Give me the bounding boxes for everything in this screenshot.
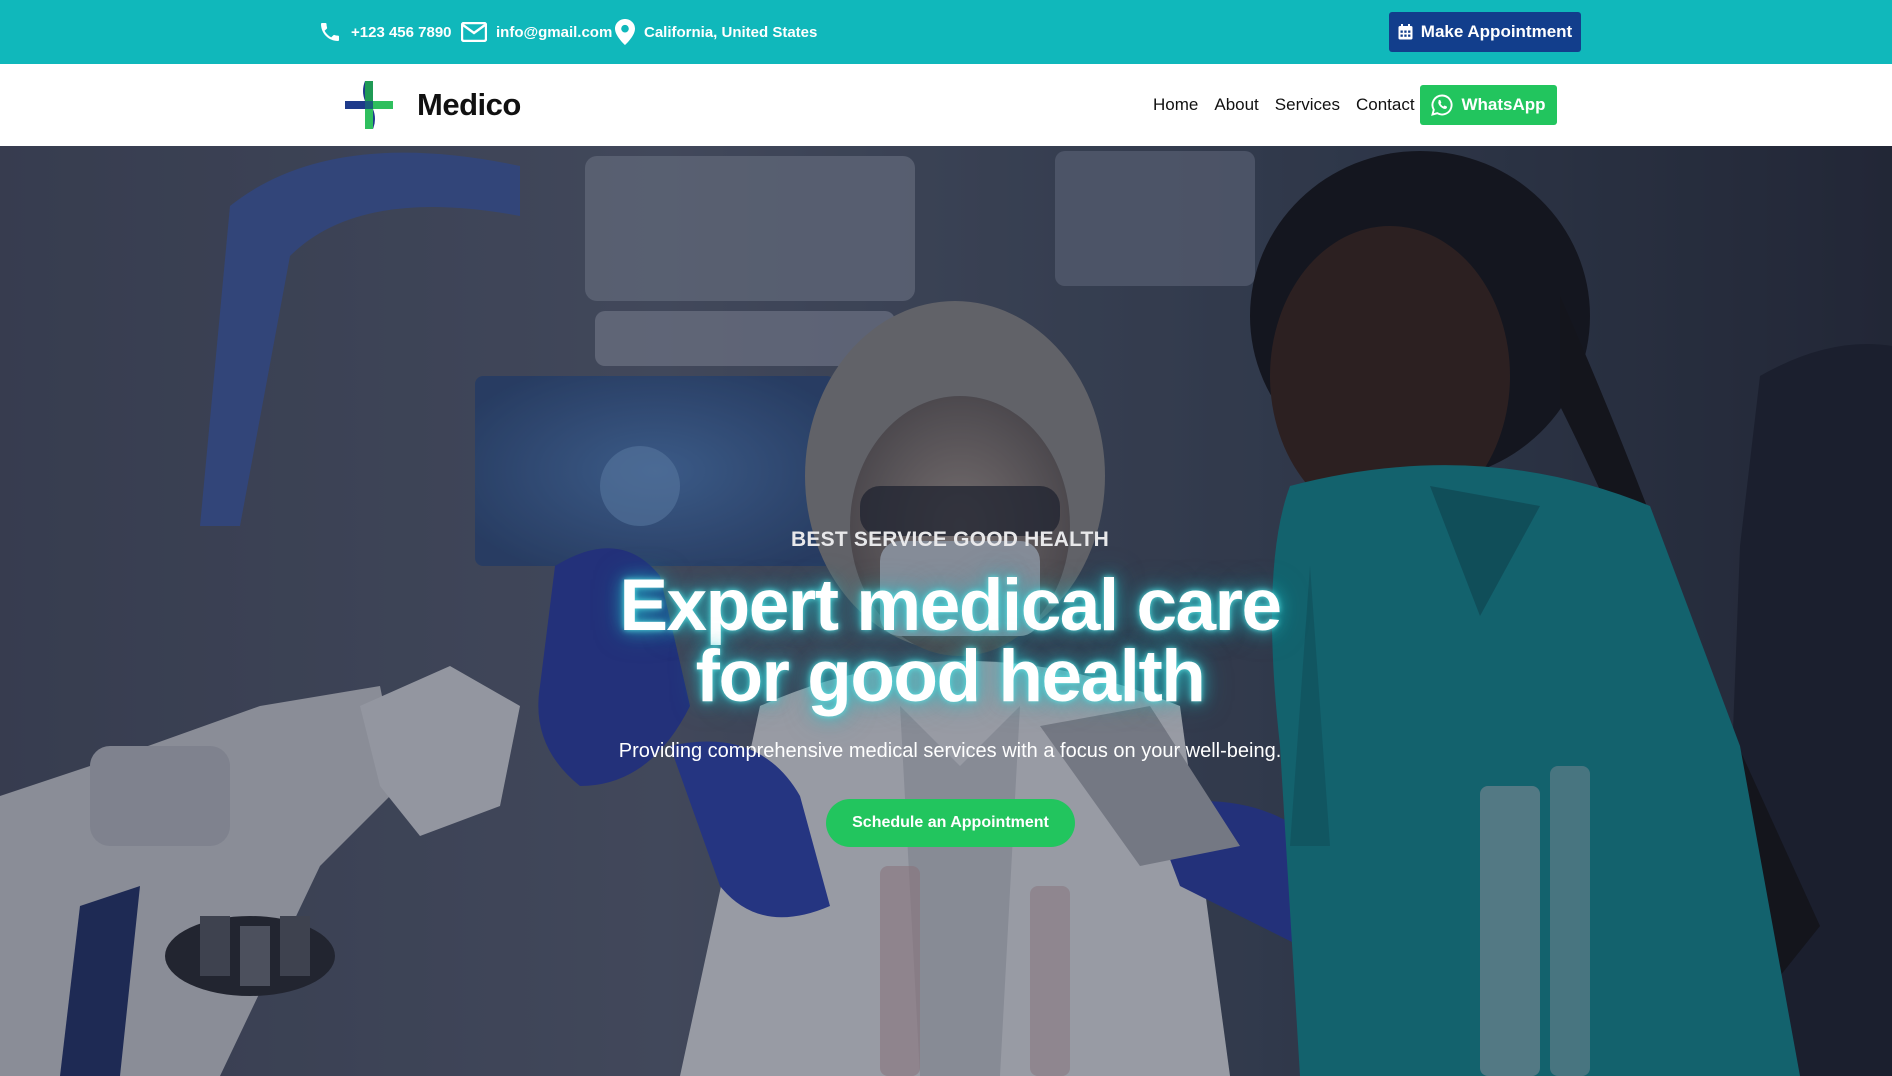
main-header: Medico Home About Services Contact Whats… bbox=[0, 64, 1892, 147]
nav-home[interactable]: Home bbox=[1153, 95, 1198, 115]
email-address: info@gmail.com bbox=[496, 23, 613, 41]
top-contact-bar: +123 456 7890 info@gmail.com California,… bbox=[0, 0, 1892, 64]
primary-nav: Home About Services Contact bbox=[1153, 64, 1431, 146]
map-pin-icon bbox=[615, 19, 635, 45]
contact-email[interactable]: info@gmail.com bbox=[461, 0, 612, 64]
contact-location[interactable]: California, United States bbox=[615, 0, 817, 64]
hero-headline-line1: Expert medical care bbox=[619, 565, 1282, 646]
whatsapp-label: WhatsApp bbox=[1461, 95, 1546, 114]
location-text: California, United States bbox=[644, 23, 818, 41]
phone-icon bbox=[321, 23, 339, 41]
envelope-icon bbox=[461, 22, 487, 42]
schedule-appointment-button[interactable]: Schedule an Appointment bbox=[826, 799, 1075, 847]
whatsapp-icon bbox=[1431, 94, 1454, 116]
make-appointment-button[interactable]: Make Appointment bbox=[1389, 12, 1581, 52]
make-appointment-label: Make Appointment bbox=[1420, 22, 1573, 41]
hero-headline: Expert medical care for good health bbox=[0, 565, 1892, 717]
site-logo[interactable]: Medico bbox=[343, 78, 521, 132]
phone-number: +123 456 7890 bbox=[351, 23, 452, 41]
schedule-appointment-label: Schedule an Appointment bbox=[852, 814, 1049, 831]
hero-headline-line2: for good health bbox=[695, 636, 1206, 717]
medical-cross-icon bbox=[345, 81, 393, 129]
hero-content: BEST SERVICE GOOD HEALTH Expert medical … bbox=[0, 146, 1892, 1076]
nav-contact[interactable]: Contact bbox=[1356, 95, 1415, 115]
hero-subtext: Providing comprehensive medical services… bbox=[618, 740, 1282, 762]
hero-eyebrow: BEST SERVICE GOOD HEALTH bbox=[791, 528, 1109, 551]
hero-section: BEST SERVICE GOOD HEALTH Expert medical … bbox=[0, 146, 1892, 1076]
contact-phone[interactable]: +123 456 7890 bbox=[318, 0, 452, 64]
calendar-icon bbox=[1398, 24, 1413, 40]
whatsapp-button[interactable]: WhatsApp bbox=[1420, 85, 1557, 125]
brand-name: Medico bbox=[417, 87, 521, 122]
nav-services[interactable]: Services bbox=[1275, 95, 1340, 115]
nav-about[interactable]: About bbox=[1214, 95, 1258, 115]
